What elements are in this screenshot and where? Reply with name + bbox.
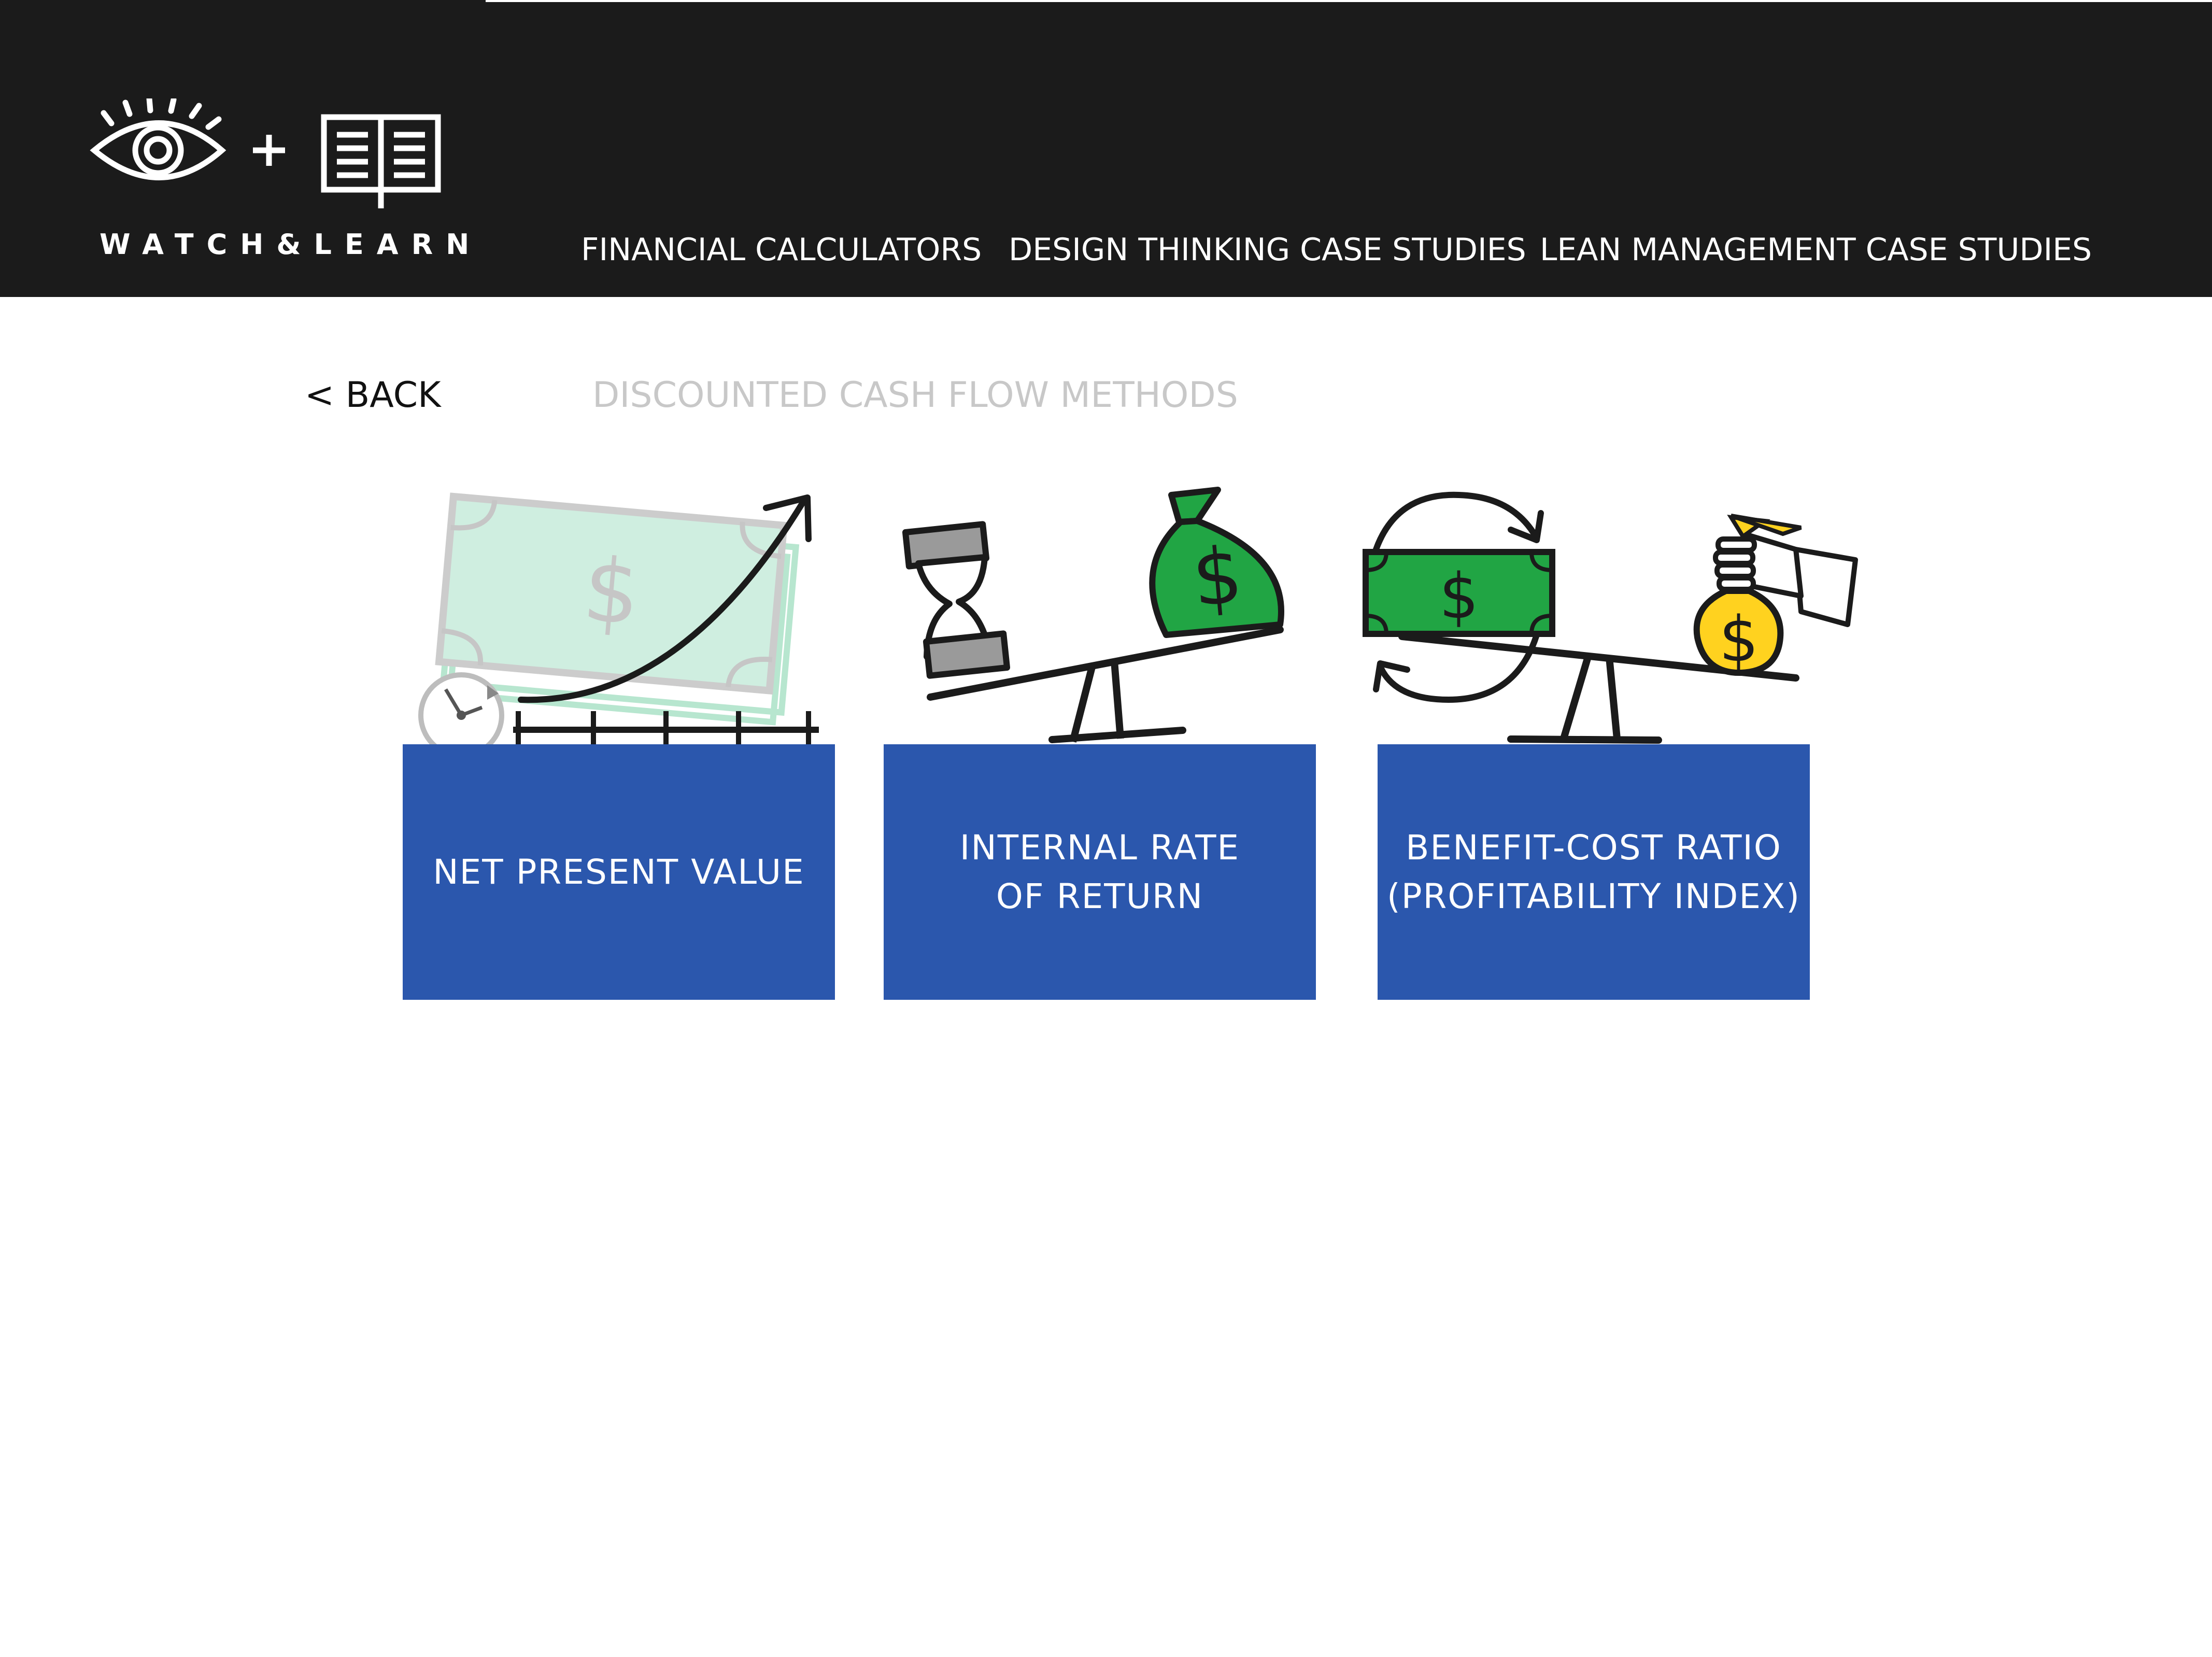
card-internal-rate-of-return[interactable]: INTERNAL RATE OF RETURN (884, 744, 1316, 1000)
card-label: BENEFIT-COST RATIO (PROFITABILITY INDEX) (1386, 827, 1801, 916)
logo-wordmark[interactable]: WATCH&LEARN (100, 228, 482, 261)
svg-text:$: $ (1439, 561, 1479, 633)
money-exchange-scale-icon: $ $ (1363, 491, 1858, 744)
nav-financial-calculators[interactable]: FINANCIAL CALCULATORS (581, 232, 982, 268)
card-benefit-cost-ratio[interactable]: BENEFIT-COST RATIO (PROFITABILITY INDEX) (1378, 744, 1810, 1000)
card-label: INTERNAL RATE OF RETURN (959, 827, 1240, 916)
svg-text:$: $ (579, 539, 644, 646)
plus-icon (253, 135, 285, 166)
card-net-present-value[interactable]: NET PRESENT VALUE (403, 744, 835, 1000)
book-icon (321, 114, 441, 208)
page-title: DISCOUNTED CASH FLOW METHODS (592, 375, 1238, 416)
nav-lean-management-case-studies[interactable]: LEAN MANAGEMENT CASE STUDIES (1540, 232, 2092, 268)
header-top-line (486, 0, 2212, 2)
svg-text:$: $ (1189, 530, 1246, 625)
back-link[interactable]: < BACK (305, 375, 441, 416)
nav-design-thinking-case-studies[interactable]: DESIGN THINKING CASE STUDIES (1009, 232, 1526, 268)
logo-icons[interactable] (88, 98, 451, 218)
eye-icon (90, 98, 226, 180)
hourglass-scale-icon: $ (902, 487, 1284, 743)
money-growth-icon: $ (418, 492, 819, 746)
svg-text:$: $ (1719, 604, 1759, 676)
card-label: NET PRESENT VALUE (433, 852, 805, 892)
top-header: WATCH&LEARN FINANCIAL CALCULATORS DESIGN… (0, 0, 2212, 297)
